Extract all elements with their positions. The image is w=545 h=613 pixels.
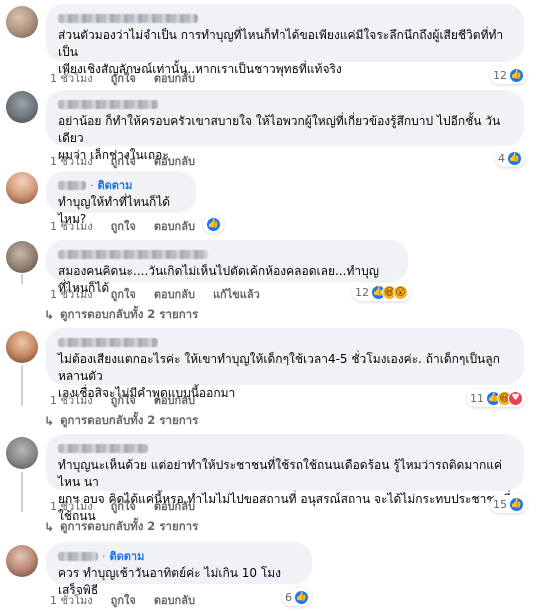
avatar[interactable] <box>6 172 38 204</box>
heart-icon: ♥ <box>508 390 523 406</box>
reaction-summary[interactable]: 👍 <box>203 215 224 233</box>
comment-bubble: ไม่ต้องเสียงแตกอะไรค่ะ ให้เขาทำบุญให้เด็… <box>46 328 524 400</box>
commenter-name-redacted[interactable] <box>58 444 148 453</box>
thumbs-up-icon: 👍 <box>509 67 524 83</box>
comment-bubble: · ติดตาม ทำบุญให้ทำที่ไหนก็ได้ไหม? <box>46 171 196 226</box>
comment-actions: 1 ชั่วโมง ถูกใจ ตอบกลับ <box>50 153 195 169</box>
like-button[interactable]: ถูกใจ <box>111 217 136 235</box>
like-button[interactable]: ถูกใจ <box>111 497 136 515</box>
reply-arrow-icon: ↳ <box>44 414 55 428</box>
comment-bubble: ทำบุญนะเห็นด้วย แต่อย่าทำให้ประชาชนที่ใช… <box>46 434 524 523</box>
reply-button[interactable]: ตอบกลับ <box>154 69 195 87</box>
thumbs-up-icon: 👍 <box>294 589 309 605</box>
avatar[interactable] <box>6 91 38 123</box>
like-button[interactable]: ถูกใจ <box>111 69 136 87</box>
follow-link[interactable]: ติดตาม <box>98 177 133 194</box>
comment-time[interactable]: 1 ชั่วโมง <box>50 152 93 170</box>
comment-actions: 1 ชั่วโมง ถูกใจ ตอบกลับ <box>50 592 195 608</box>
like-button[interactable]: ถูกใจ <box>111 391 136 409</box>
thread-line <box>21 366 23 406</box>
commenter-name-row <box>58 335 512 350</box>
like-button[interactable]: ถูกใจ <box>111 152 136 170</box>
commenter-name-row <box>58 97 512 112</box>
comment-time[interactable]: 1 ชั่วโมง <box>50 391 93 409</box>
reaction-summary[interactable]: 12 👍 😆 😮 <box>352 283 411 301</box>
avatar[interactable] <box>6 545 38 577</box>
comment-actions: 1 ชั่วโมง ถูกใจ ตอบกลับ <box>50 70 195 86</box>
commenter-name-row: · ติดตาม <box>58 178 184 193</box>
reply-button[interactable]: ตอบกลับ <box>154 497 195 515</box>
commenter-name-redacted[interactable] <box>58 100 158 109</box>
reaction-summary[interactable]: 12 👍 <box>490 66 527 84</box>
view-replies-link[interactable]: ↳ ดูการตอบกลับทั้ง 2 รายการ <box>44 412 198 430</box>
commenter-name-row <box>58 441 512 456</box>
view-replies-link[interactable]: ↳ ดูการตอบกลับทั้ง 2 รายการ <box>44 306 198 324</box>
comment-actions: 1 ชั่วโมง ถูกใจ ตอบกลับ <box>50 392 195 408</box>
avatar[interactable] <box>6 6 38 38</box>
comment-actions: 1 ชั่วโมง ถูกใจ ตอบกลับ <box>50 498 195 514</box>
commenter-name-redacted[interactable] <box>58 338 158 347</box>
reaction-count: 6 <box>285 590 292 604</box>
comment-bubble: · ติดตาม ควร ทำบุญเช้าวันอาทิตย์ค่ะ ไม่เ… <box>46 542 312 597</box>
avatar[interactable] <box>6 241 38 273</box>
thumbs-up-icon: 👍 <box>509 496 524 512</box>
reaction-summary[interactable]: 15 👍 <box>490 495 527 513</box>
reply-button[interactable]: ตอบกลับ <box>154 591 195 609</box>
surprised-face-icon: 😮 <box>393 284 408 300</box>
comment-time[interactable]: 1 ชั่วโมง <box>50 217 93 235</box>
commenter-name-row: · ติดตาม <box>58 549 300 564</box>
view-replies-label: ดูการตอบกลับทั้ง 2 รายการ <box>60 519 199 533</box>
commenter-name-redacted[interactable] <box>58 250 208 259</box>
thread-line <box>21 472 23 512</box>
like-button[interactable]: ถูกใจ <box>111 591 136 609</box>
commenter-name-row <box>58 11 512 26</box>
commenter-name-redacted[interactable] <box>58 552 98 561</box>
reaction-count: 4 <box>498 151 505 165</box>
reaction-summary[interactable]: 4 👍 <box>495 149 525 167</box>
reply-button[interactable]: ตอบกลับ <box>154 391 195 409</box>
comment-actions: 1 ชั่วโมง ถูกใจ ตอบกลับ แก้ไขแล้ว <box>50 286 260 302</box>
avatar[interactable] <box>6 437 38 469</box>
comment-time[interactable]: 1 ชั่วโมง <box>50 497 93 515</box>
commenter-name-redacted[interactable] <box>58 181 86 190</box>
commenter-name-row <box>58 247 396 262</box>
comment-bubble: อย่าน้อย ก็ทำให้ครอบครัวเขาสบายใจ ให้ไอพ… <box>46 90 524 162</box>
reply-button[interactable]: ตอบกลับ <box>154 217 195 235</box>
thumbs-up-icon: 👍 <box>507 150 522 166</box>
view-replies-label: ดูการตอบกลับทั้ง 2 รายการ <box>60 413 199 427</box>
reaction-count: 11 <box>470 391 484 405</box>
thread-line <box>21 274 23 284</box>
comment-time[interactable]: 1 ชั่วโมง <box>50 591 93 609</box>
reaction-count: 15 <box>493 497 507 511</box>
edited-label: แก้ไขแล้ว <box>212 288 260 301</box>
comment-bubble: สมองคนคิดนะ....วันเกิดไม่เห็นไปตัดเค้กห้… <box>46 240 408 295</box>
avatar[interactable] <box>6 331 38 363</box>
reaction-summary[interactable]: 11 👍 😆 ♥ <box>467 389 526 407</box>
reply-arrow-icon: ↳ <box>44 520 55 534</box>
reaction-count: 12 <box>493 68 507 82</box>
follow-link[interactable]: ติดตาม <box>110 548 145 565</box>
like-button[interactable]: ถูกใจ <box>111 285 136 303</box>
comment-time[interactable]: 1 ชั่วโมง <box>50 69 93 87</box>
comment-bubble: ส่วนตัวมองว่าไม่จำเป็น การทำบุญที่ไหนก็ท… <box>46 4 524 76</box>
comment-actions: 1 ชั่วโมง ถูกใจ ตอบกลับ <box>50 218 195 234</box>
reaction-summary[interactable]: 6 👍 <box>282 588 312 606</box>
view-replies-link[interactable]: ↳ ดูการตอบกลับทั้ง 2 รายการ <box>44 518 198 536</box>
reaction-count: 12 <box>355 285 369 299</box>
reply-arrow-icon: ↳ <box>44 308 55 322</box>
reply-button[interactable]: ตอบกลับ <box>154 152 195 170</box>
reply-button[interactable]: ตอบกลับ <box>154 285 195 303</box>
thumbs-up-icon: 👍 <box>206 216 221 232</box>
comment-time[interactable]: 1 ชั่วโมง <box>50 285 93 303</box>
view-replies-label: ดูการตอบกลับทั้ง 2 รายการ <box>60 307 199 321</box>
commenter-name-redacted[interactable] <box>58 14 198 23</box>
